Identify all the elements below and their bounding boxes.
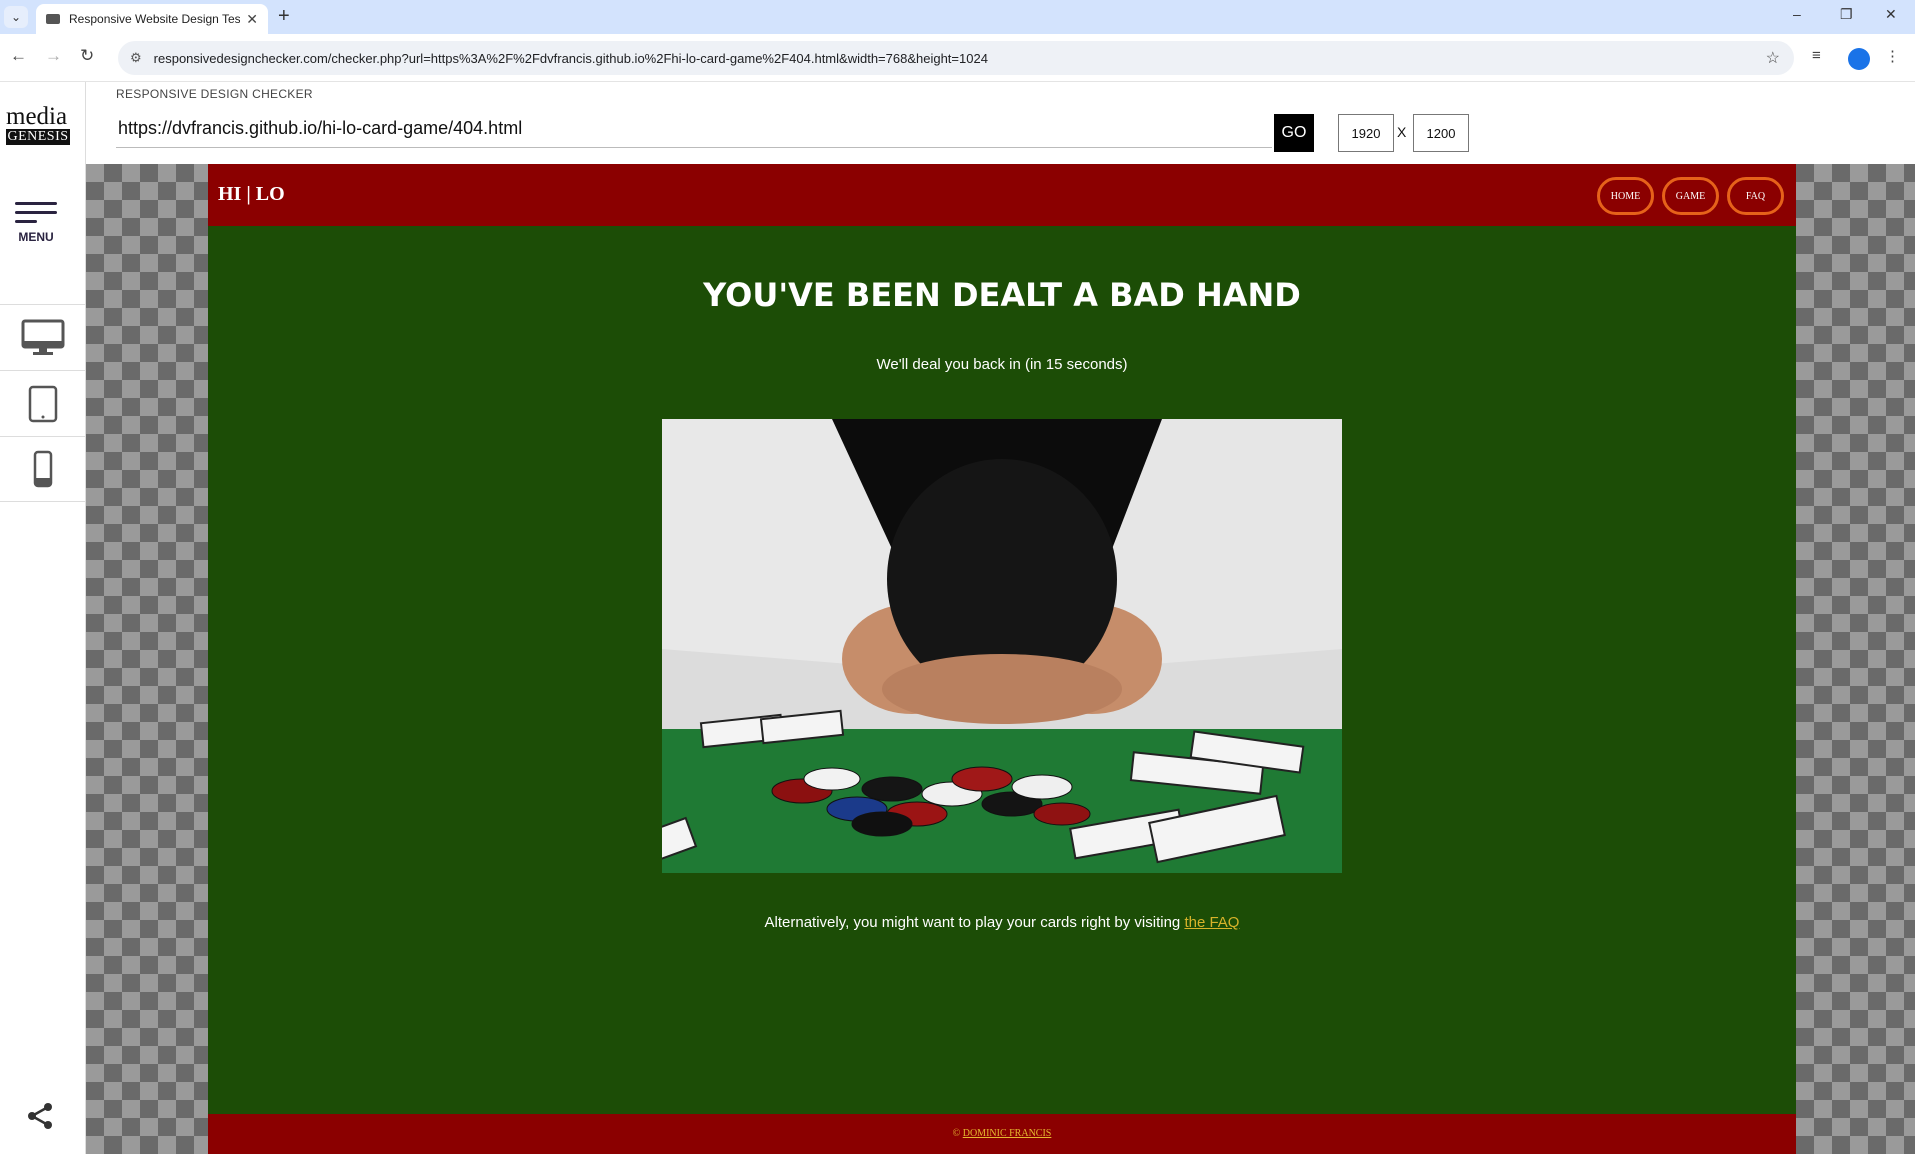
tablet-view-button[interactable] — [0, 370, 85, 436]
height-input[interactable]: 1200 — [1413, 114, 1469, 152]
logo-top-text: media — [6, 103, 68, 130]
desktop-icon — [21, 319, 64, 355]
site-header: HI | LO HOME GAME FAQ — [208, 164, 1796, 226]
back-icon[interactable]: ← — [10, 46, 27, 66]
url-input[interactable] — [116, 110, 1272, 148]
minimize-button[interactable]: – — [1793, 6, 1801, 22]
address-bar[interactable]: ⚙ responsivedesignchecker.com/checker.ph… — [118, 41, 1794, 75]
faq-link[interactable]: the FAQ — [1184, 914, 1239, 931]
address-text: responsivedesignchecker.com/checker.php?… — [153, 50, 988, 66]
countdown-text: We'll deal you back in (in 15 seconds) — [876, 356, 1128, 373]
checker-title: RESPONSIVE DESIGN CHECKER — [116, 87, 313, 101]
restore-button[interactable]: ❐ — [1840, 6, 1853, 23]
media-controls-icon[interactable]: ≡ — [1812, 47, 1821, 64]
favicon-icon — [46, 14, 60, 24]
footer-copyright: © DOMINIC FRANCIS — [953, 1128, 1052, 1139]
tablet-icon — [28, 385, 57, 422]
checker-topbar: RESPONSIVE DESIGN CHECKER GO 1920 X 1200 — [86, 82, 1915, 164]
page-title: YOU'VE BEEN DEALT A BAD HAND — [703, 276, 1301, 314]
share-icon[interactable] — [26, 1102, 54, 1135]
bookmark-star-icon[interactable]: ☆ — [1766, 48, 1780, 68]
new-tab-button[interactable]: + — [278, 5, 290, 28]
tab-title: Responsive Website Design Tes — [69, 12, 241, 26]
alternative-text: Alternatively, you might want to play yo… — [208, 914, 1796, 931]
reload-icon[interactable]: ↻ — [80, 46, 94, 66]
nav-game-button[interactable]: GAME — [1662, 177, 1719, 215]
browser-tab-bar: ⌄ Responsive Website Design Tes ✕ + – ❐ … — [0, 0, 1915, 34]
dealer-photo — [662, 419, 1342, 873]
close-window-button[interactable]: ✕ — [1885, 6, 1897, 23]
dimension-separator: X — [1397, 124, 1407, 140]
forward-icon[interactable]: → — [45, 46, 62, 66]
site-footer: © DOMINIC FRANCIS — [208, 1114, 1796, 1154]
media-genesis-logo[interactable]: media GENESIS — [6, 103, 70, 145]
phone-view-button[interactable] — [0, 436, 85, 502]
browser-menu-icon[interactable]: ⋮ — [1885, 47, 1900, 65]
browser-toolbar: ← → ↻ ⚙ responsivedesignchecker.com/chec… — [0, 34, 1915, 82]
site-nav: HOME GAME FAQ — [1597, 177, 1784, 215]
preview-frame: HI | LO HOME GAME FAQ YOU'VE BEEN DEALT … — [208, 164, 1796, 1154]
nav-home-button[interactable]: HOME — [1597, 177, 1654, 215]
tab-list-chevron-icon[interactable]: ⌄ — [4, 6, 28, 28]
desktop-view-button[interactable] — [0, 304, 85, 370]
author-link[interactable]: DOMINIC FRANCIS — [963, 1128, 1052, 1139]
alternative-text-copy: Alternatively, you might want to play yo… — [764, 914, 1181, 931]
site-info-icon[interactable]: ⚙ — [130, 50, 142, 66]
menu-button[interactable]: MENU — [12, 202, 60, 244]
site-brand[interactable]: HI | LO — [218, 183, 285, 206]
go-button[interactable]: GO — [1274, 114, 1314, 152]
browser-tab[interactable]: Responsive Website Design Tes ✕ — [36, 4, 268, 34]
width-input[interactable]: 1920 — [1338, 114, 1394, 152]
logo-bottom-text: GENESIS — [6, 129, 70, 145]
menu-label: MENU — [18, 230, 54, 244]
hamburger-icon — [15, 202, 57, 224]
copyright-symbol: © — [952, 1128, 961, 1139]
tab-close-icon[interactable]: ✕ — [246, 11, 258, 28]
nav-faq-button[interactable]: FAQ — [1727, 177, 1784, 215]
profile-avatar[interactable] — [1848, 48, 1870, 70]
phone-icon — [33, 450, 52, 488]
checker-sidebar: media GENESIS MENU — [0, 82, 86, 1154]
